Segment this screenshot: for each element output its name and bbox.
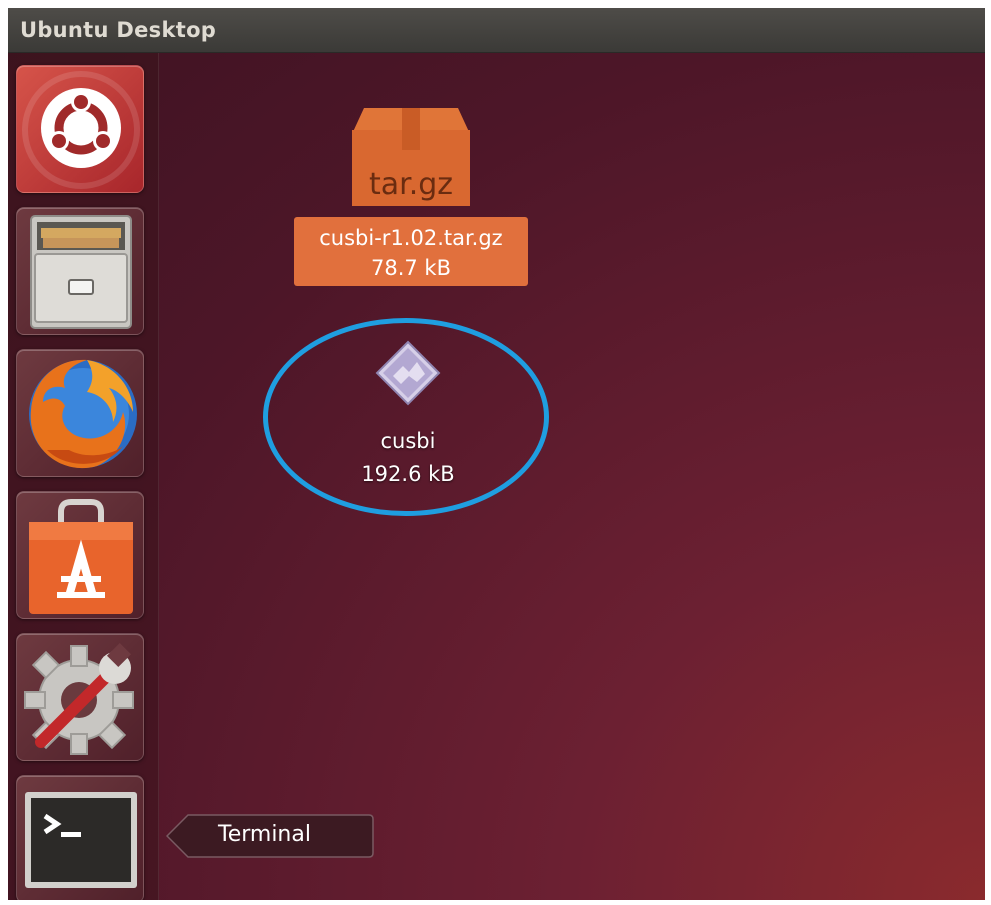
desktop-file-label: cusbi-r1.02.tar.gz 78.7 kB [294, 217, 528, 286]
archive-badge-text: tar.gz [369, 167, 453, 202]
firefox-icon [29, 359, 137, 469]
terminal-icon [25, 792, 137, 888]
launcher-item-ubuntu-dash[interactable] [16, 65, 144, 193]
tooltip-text: Terminal [218, 822, 311, 847]
gear-wrench-icon [24, 642, 134, 755]
window-title: Ubuntu Desktop [20, 18, 217, 42]
ubuntu-logo-icon [22, 71, 140, 189]
file-name: cusbi-r1.02.tar.gz [319, 226, 503, 250]
file-cabinet-icon [30, 215, 132, 329]
launcher-item-software-center[interactable] [16, 491, 144, 619]
archive-box-icon: tar.gz [352, 108, 470, 206]
launcher-item-system-settings[interactable] [16, 633, 144, 761]
shopping-bag-icon [29, 499, 133, 614]
highlight-circle-annotation [263, 318, 549, 516]
ubuntu-desktop-screen: Ubuntu Desktop tar.gz cusbi-r1.02.tar.gz… [8, 8, 985, 900]
launcher-tooltip: Terminal [166, 811, 374, 861]
launcher-item-terminal[interactable] [16, 775, 144, 900]
top-panel: Ubuntu Desktop [8, 8, 985, 53]
file-size: 78.7 kB [370, 256, 451, 280]
unity-launcher [8, 53, 159, 900]
launcher-item-firefox[interactable] [16, 349, 144, 477]
launcher-item-files[interactable] [16, 207, 144, 335]
